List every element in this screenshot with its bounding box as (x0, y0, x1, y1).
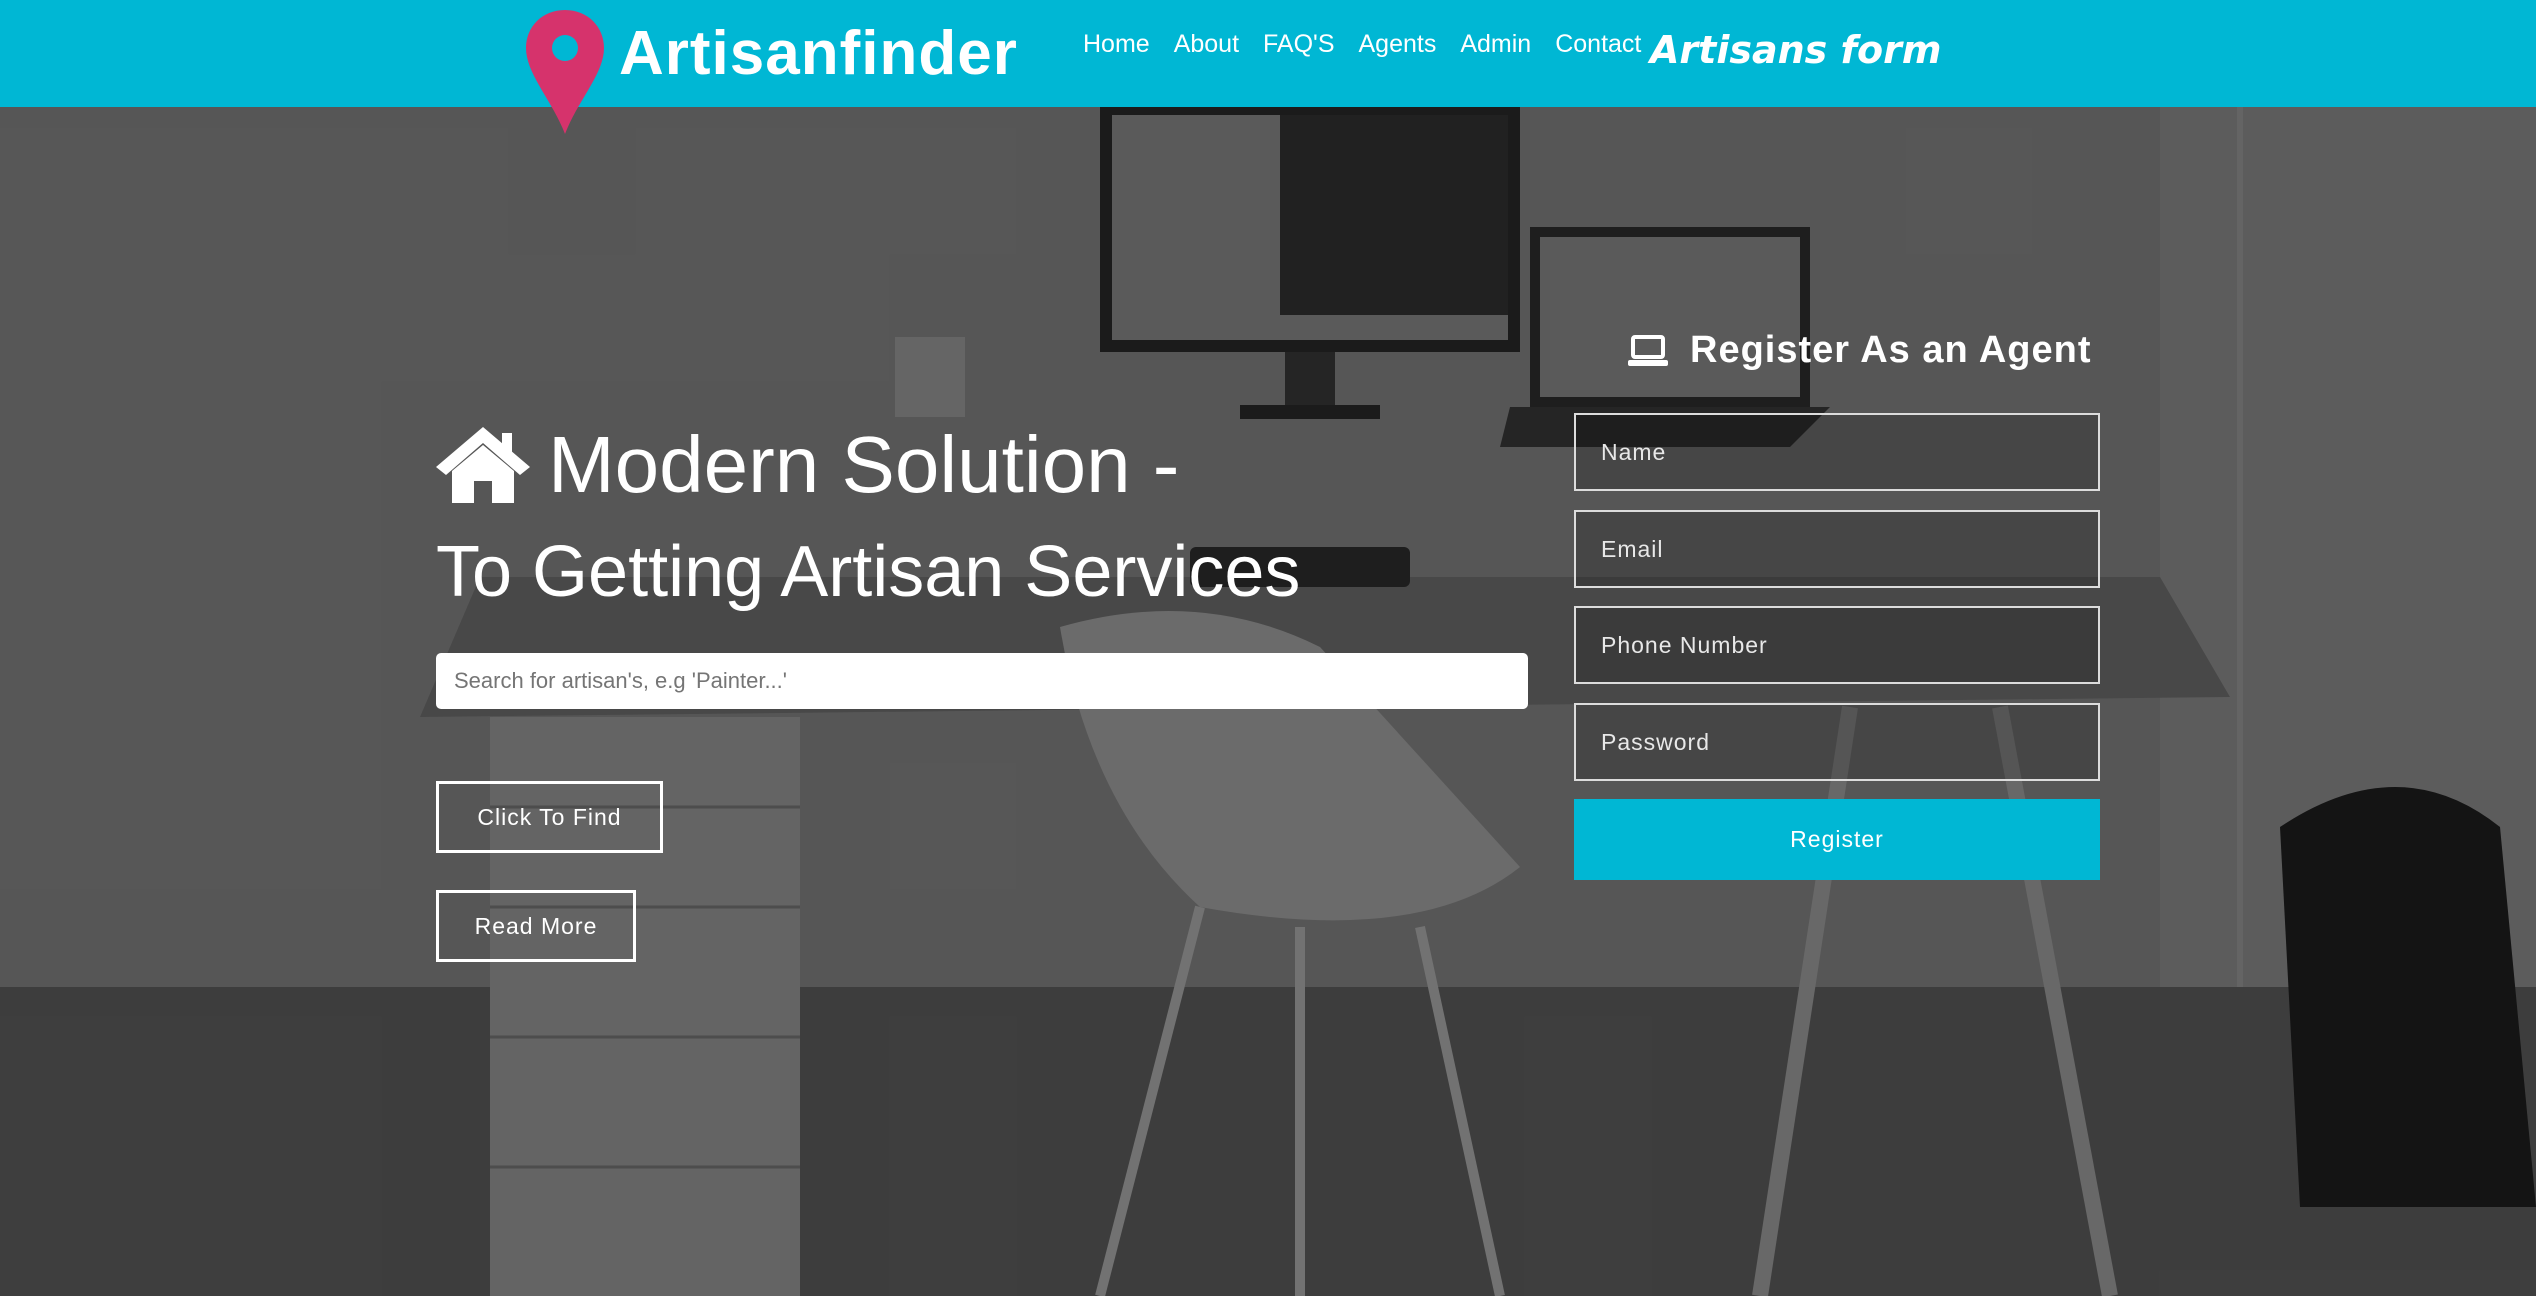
laptop-icon (1628, 334, 1668, 366)
nav-home[interactable]: Home (1083, 30, 1150, 59)
register-agent-title-text: Register As an Agent (1690, 329, 2092, 371)
hero-heading: Modern Solution - (436, 415, 1179, 515)
hero-heading-text: Modern Solution - (548, 420, 1180, 509)
location-pin-icon[interactable] (524, 8, 606, 136)
top-navbar: Artisanfinder Home About FAQ'S Agents Ad… (0, 0, 2536, 107)
nav-about[interactable]: About (1174, 30, 1239, 59)
agent-name-field[interactable] (1574, 413, 2100, 491)
artisan-search-input[interactable] (436, 653, 1528, 709)
nav-agents[interactable]: Agents (1359, 30, 1437, 59)
agent-phone-field[interactable] (1574, 606, 2100, 684)
register-agent-title: Register As an Agent (1628, 329, 2091, 372)
hero-section: Modern Solution - To Getting Artisan Ser… (0, 107, 2536, 1296)
nav-contact[interactable]: Contact (1555, 30, 1641, 59)
main-nav: Home About FAQ'S Agents Admin Contact (1083, 30, 1641, 59)
read-more-button[interactable]: Read More (436, 890, 636, 962)
agent-email-field[interactable] (1574, 510, 2100, 588)
artisans-form-link[interactable]: Artisans form (1650, 28, 1941, 72)
hero-subheading: To Getting Artisan Services (436, 532, 1301, 612)
home-icon (436, 427, 530, 503)
brand-name[interactable]: Artisanfinder (619, 14, 1018, 94)
nav-admin[interactable]: Admin (1460, 30, 1531, 59)
agent-password-field[interactable] (1574, 703, 2100, 781)
click-to-find-button[interactable]: Click To Find (436, 781, 663, 853)
register-button[interactable]: Register (1574, 799, 2100, 880)
nav-faqs[interactable]: FAQ'S (1263, 30, 1334, 59)
